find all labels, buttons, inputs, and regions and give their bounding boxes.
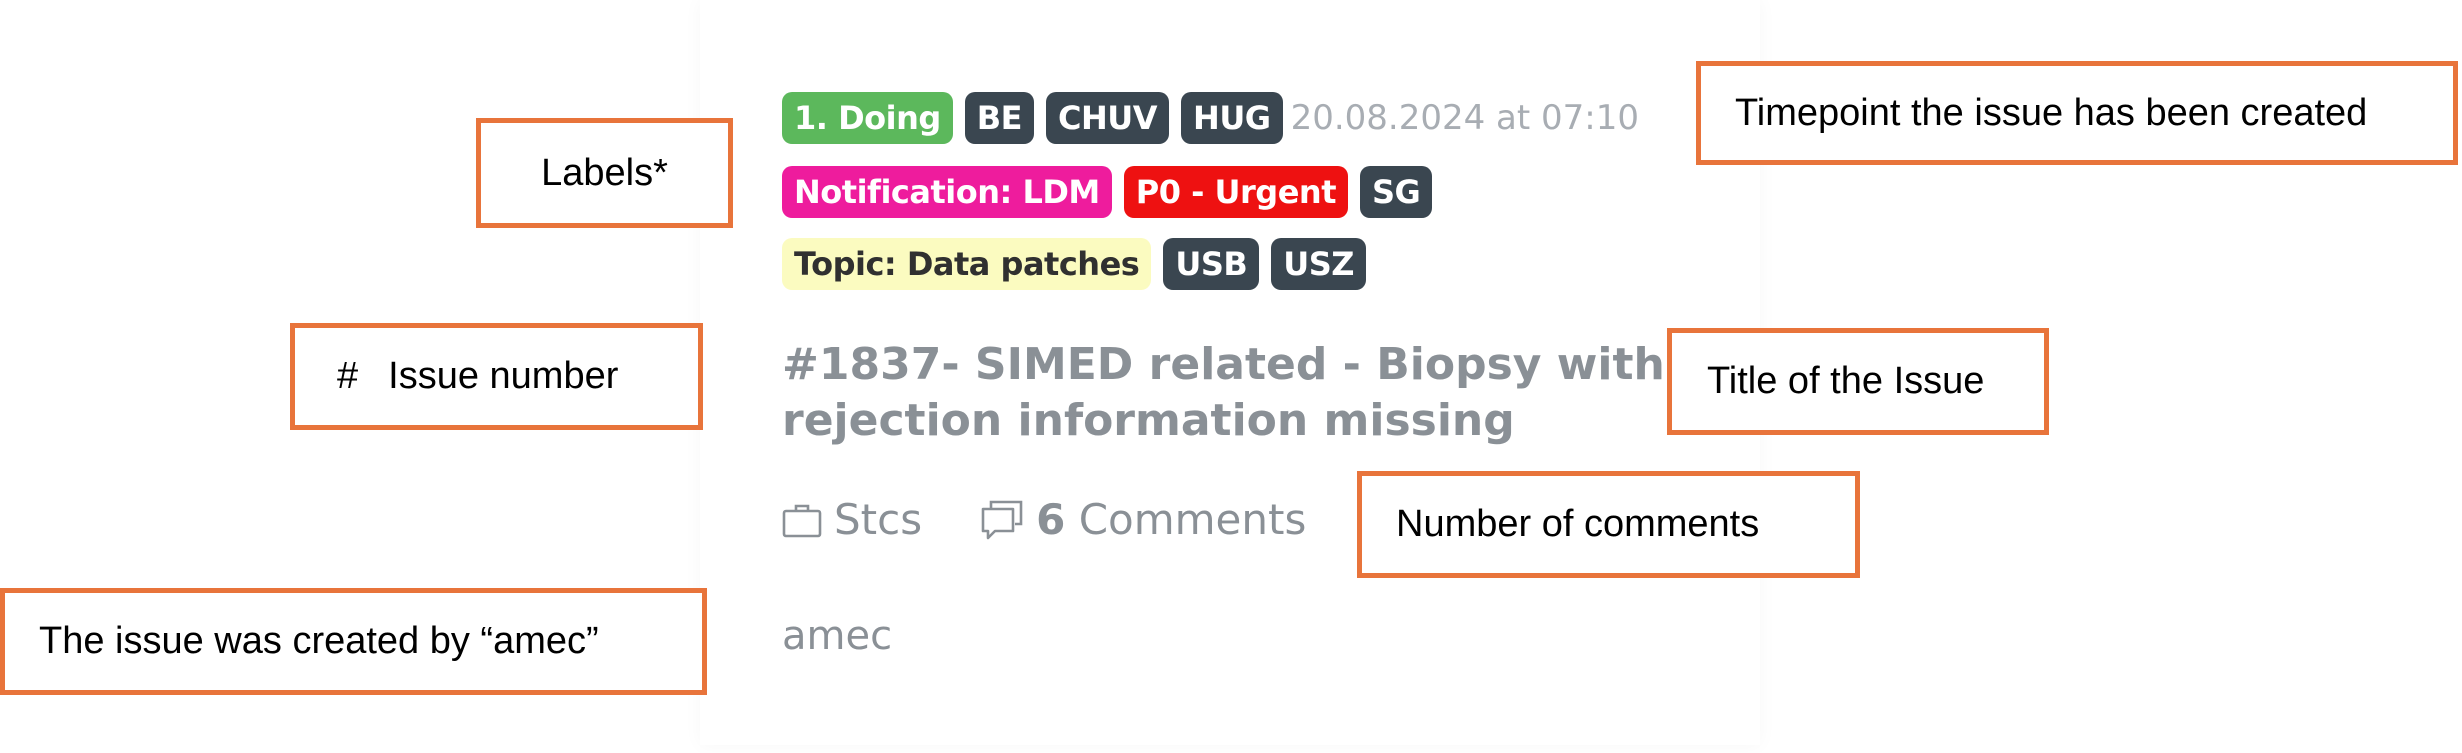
comment-label: Comments [1078,495,1307,544]
comments-link[interactable]: 6 Comments [980,495,1306,544]
issue-title-line-2: rejection information missing [782,395,1515,446]
label-usb[interactable]: USB [1163,238,1260,290]
label-notification-ldm[interactable]: Notification: LDM [782,166,1112,218]
created-timestamp: 20.08.2024 at 07:10 [1290,98,1639,138]
label-topic-data-patches[interactable]: Topic: Data patches [782,238,1152,290]
label-doing[interactable]: 1. Doing [782,92,953,144]
annotation-issue-number-text: Issue number [388,355,619,397]
project-name: Stcs [834,495,923,544]
label-chuv[interactable]: CHUV [1046,92,1170,144]
annotation-timepoint: Timepoint the issue has been created [1696,61,2458,165]
labels-row-1: 1. Doing BE CHUV HUG 20.08.2024 at 07:10 [782,92,1639,144]
issue-author[interactable]: amec [782,613,892,659]
label-hug[interactable]: HUG [1181,92,1283,144]
annotation-issue-number: # Issue number [290,323,703,430]
comment-count: 6 [1036,495,1066,544]
comment-bubbles-icon [981,500,1023,539]
labels-row-3: Topic: Data patches USB USZ [782,238,1366,290]
issue-title[interactable]: #1837- SIMED related - Biopsy with rejec… [782,337,1682,449]
annotation-comments: Number of comments [1357,471,1860,578]
briefcase-icon [782,504,822,537]
label-usz[interactable]: USZ [1271,238,1366,290]
annotation-title: Title of the Issue [1667,328,2049,435]
annotation-author: The issue was created by “amec” [0,588,707,695]
label-be[interactable]: BE [964,92,1035,144]
issue-title-line-1: #1837- SIMED related - Biopsy with [782,339,1665,390]
labels-row-2: Notification: LDM P0 - Urgent SG [782,166,1433,218]
label-sg[interactable]: SG [1359,166,1433,218]
project-link[interactable]: Stcs [782,495,922,544]
label-p0-urgent[interactable]: P0 - Urgent [1123,166,1348,218]
annotation-hash: # [337,355,359,397]
issue-meta: Stcs 6 Comments [782,495,1306,544]
annotation-labels: Labels* [476,118,733,228]
